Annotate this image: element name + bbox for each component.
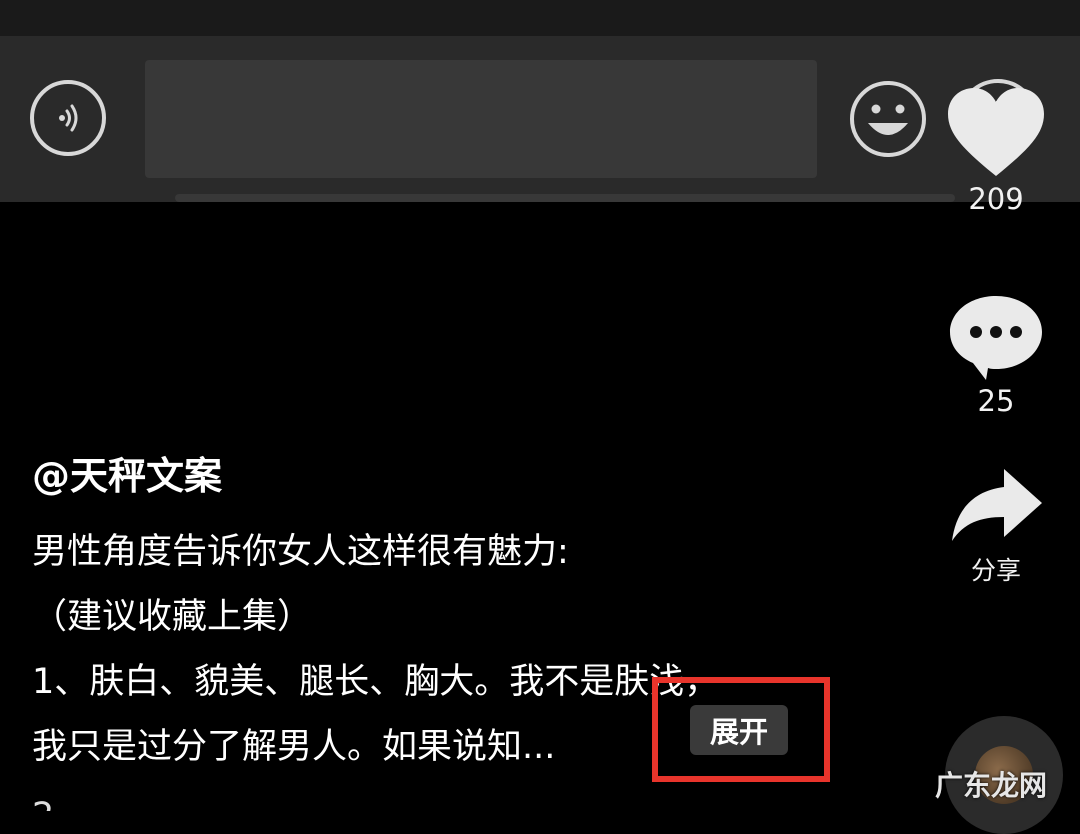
voice-icon xyxy=(59,104,78,132)
description-line: （建议收藏上集） xyxy=(32,597,313,637)
comment-count: 25 xyxy=(977,384,1015,418)
top-status-area xyxy=(0,0,1080,36)
watermark-text: 广东龙网 xyxy=(935,769,1048,802)
voice-button[interactable] xyxy=(30,80,106,156)
comment-input[interactable] xyxy=(145,60,817,178)
share-button[interactable]: 分享 xyxy=(940,465,1052,587)
author-name[interactable]: @天秤文案 xyxy=(32,445,222,500)
share-label: 分享 xyxy=(970,556,1021,585)
comment-icon xyxy=(950,296,1042,380)
emoji-button[interactable] xyxy=(848,79,928,159)
like-count: 209 xyxy=(968,182,1024,216)
reply-bar-divider xyxy=(175,194,955,202)
truncated-next-line-text: 2、………………………… xyxy=(32,795,662,811)
highlight-annotation-box xyxy=(652,677,830,782)
comment-button[interactable]: 25 xyxy=(940,290,1052,418)
truncated-next-line: 2、………………………… xyxy=(32,795,662,811)
description-line: 男性角度告诉你女人这样很有魅力: xyxy=(32,532,569,572)
emoji-icon xyxy=(850,81,926,157)
share-icon xyxy=(952,469,1042,541)
heart-icon xyxy=(948,88,1044,176)
like-button[interactable]: 209 xyxy=(940,84,1052,216)
